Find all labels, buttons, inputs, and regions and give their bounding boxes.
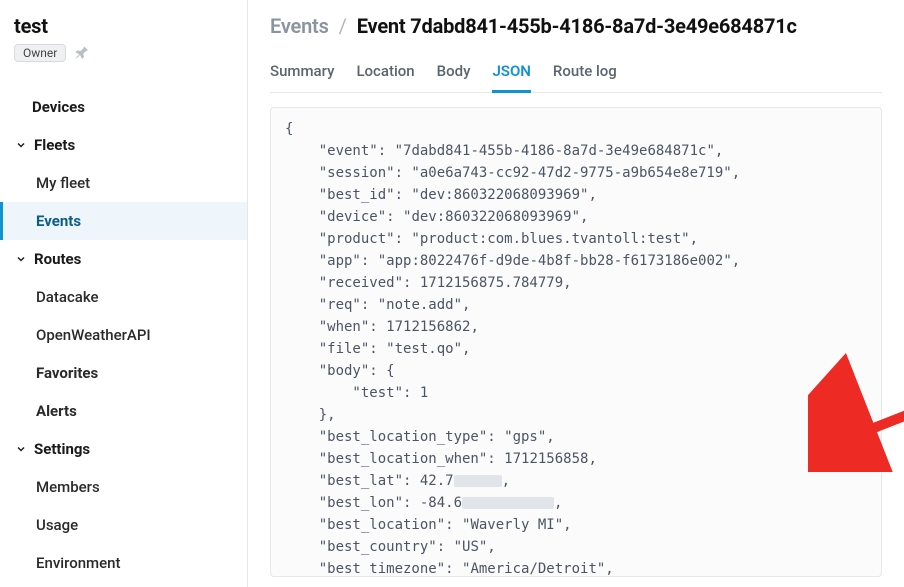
nav-my-fleet-label: My fleet [36,174,90,192]
project-title: test [14,14,233,38]
json-best-location-when: 1712156858 [504,451,588,467]
breadcrumb-current: Event 7dabd841-455b-4186-8a7d-3e49e68487… [357,14,797,38]
breadcrumb: Events / Event 7dabd841-455b-4186-8a7d-3… [270,14,882,38]
json-when: 1712156862 [386,319,470,335]
json-device: dev:860322068093969 [411,209,571,225]
main-content: Events / Event 7dabd841-455b-4186-8a7d-3… [248,0,904,587]
nav-devices-label: Devices [32,98,85,116]
sidebar-badges: Owner [14,44,233,62]
tab-body[interactable]: Body [437,56,471,92]
tab-route-log[interactable]: Route log [553,56,617,92]
nav-datacake[interactable]: Datacake [0,278,247,316]
nav-members-label: Members [36,478,100,496]
nav-settings-label: Settings [34,440,90,458]
json-app: app:8022476f-d9de-4b8f-bb28-f6173186e002 [386,253,723,269]
nav-environment[interactable]: Environment [0,544,247,582]
json-req: note.add [386,297,453,313]
owner-badge: Owner [14,44,66,62]
tabs: Summary Location Body JSON Route log [270,56,882,93]
chevron-down-icon [14,139,28,151]
nav-favorites[interactable]: Favorites [0,354,247,392]
json-best-id: dev:860322068093969 [420,187,580,203]
nav-fleets-label: Fleets [34,136,75,154]
nav-openweather[interactable]: OpenWeatherAPI [0,316,247,354]
redacted-lon [462,497,554,509]
tab-summary[interactable]: Summary [270,56,334,92]
sidebar-header: test Owner [0,14,247,72]
nav-favorites-label: Favorites [36,364,98,382]
json-best-country: US [462,539,479,555]
nav-environment-label: Environment [36,554,121,572]
json-session: a0e6a743-cc92-47d2-9775-a9b654e8e719 [420,165,723,181]
redacted-lat [454,475,502,487]
json-best-lon: -84.6 [420,495,462,511]
chevron-down-icon [14,443,28,455]
nav-settings[interactable]: Settings [0,430,247,468]
json-best-timezone: America/Detroit [470,561,596,577]
nav-members[interactable]: Members [0,468,247,506]
nav-usage[interactable]: Usage [0,506,247,544]
nav-openweather-label: OpenWeatherAPI [36,326,151,344]
json-body-test: 1 [420,385,428,401]
nav-routes[interactable]: Routes [0,240,247,278]
breadcrumb-separator: / [339,14,347,38]
json-product: product:com.blues.tvantoll:test [420,231,681,247]
json-viewer: { "event": "7dabd841-455b-4186-8a7d-3e49… [270,107,882,577]
nav-alerts-label: Alerts [36,402,77,420]
nav-my-fleet[interactable]: My fleet [0,164,247,202]
nav-usage-label: Usage [36,516,78,534]
json-file: test.qo [395,341,454,357]
json-received: 1712156875.784779 [420,275,563,291]
nav-routes-label: Routes [34,250,81,268]
chevron-down-icon [14,253,28,265]
tab-location[interactable]: Location [356,56,414,92]
tab-json[interactable]: JSON [492,56,530,93]
nav-fleets[interactable]: Fleets [0,126,247,164]
nav-devices[interactable]: Devices [0,88,247,126]
nav-datacake-label: Datacake [36,288,99,306]
breadcrumb-root[interactable]: Events [270,14,329,38]
nav-alerts[interactable]: Alerts [0,392,247,430]
json-best-lat: 42.7 [420,473,454,489]
json-event: 7dabd841-455b-4186-8a7d-3e49e684871c [403,143,706,159]
sidebar-nav: Devices Fleets My fleet Events Routes Da… [0,72,247,582]
json-best-location: Waverly MI [470,517,554,533]
nav-events-label: Events [36,212,81,230]
sidebar: test Owner Devices Fleets My fleet Event… [0,0,248,587]
pin-icon[interactable] [74,45,90,61]
json-best-location-type: gps [513,429,538,445]
nav-events[interactable]: Events [0,202,247,240]
